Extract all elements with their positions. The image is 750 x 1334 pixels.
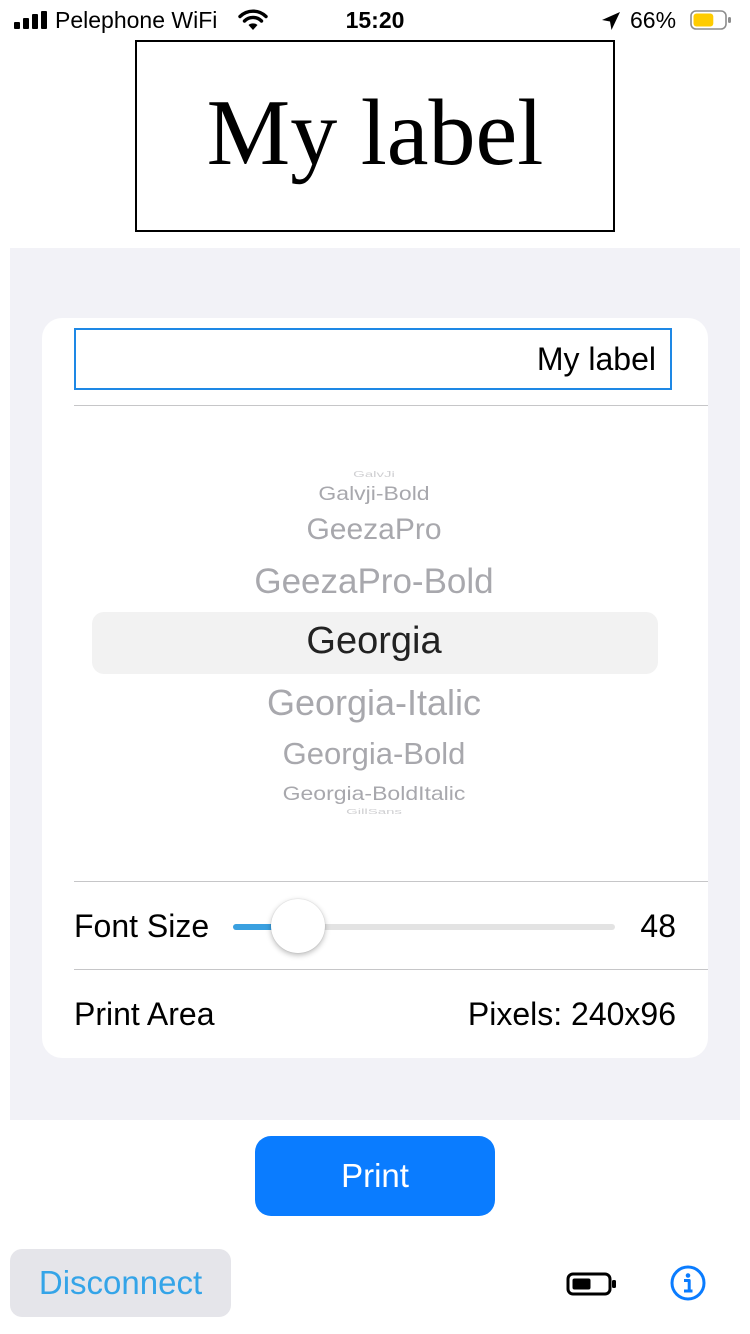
battery-icon <box>690 9 732 30</box>
label-text-input[interactable] <box>74 328 672 390</box>
divider <box>74 969 708 970</box>
font-picker-item[interactable]: Galvji-Bold <box>74 482 674 505</box>
font-picker-item[interactable]: Georgia-Bold <box>74 736 674 772</box>
font-picker-item-selected[interactable]: Georgia <box>74 620 674 663</box>
font-size-slider[interactable] <box>233 899 615 953</box>
print-area-label: Print Area <box>74 996 215 1032</box>
battery-percent: 66% <box>630 7 677 33</box>
font-picker-item[interactable]: GeezaPro <box>74 513 674 547</box>
font-size-value: 48 <box>640 908 676 944</box>
font-picker-item[interactable]: GalvJi <box>74 470 674 479</box>
divider <box>74 881 708 882</box>
print-area-value: Pixels: 240x96 <box>467 996 676 1032</box>
disconnect-button[interactable]: Disconnect <box>10 1249 231 1317</box>
font-picker-item[interactable]: Georgia-BoldItalic <box>74 782 674 805</box>
font-picker-item[interactable]: Georgia-Italic <box>74 682 674 724</box>
divider <box>74 405 708 406</box>
font-picker-item[interactable]: GeezaPro-Bold <box>74 562 674 602</box>
print-button[interactable]: Print <box>255 1136 495 1216</box>
device-battery-icon <box>566 1271 618 1302</box>
font-size-slider-thumb[interactable] <box>270 899 325 953</box>
location-arrow-icon <box>600 10 622 38</box>
status-bar: Pelephone WiFi 15:20 66% <box>0 0 750 40</box>
label-preview: My label <box>135 40 615 232</box>
label-preview-text: My label <box>206 81 544 185</box>
font-picker[interactable]: GalvJi Galvji-Bold GeezaPro GeezaPro-Bol… <box>74 458 708 828</box>
settings-card: GalvJi Galvji-Bold GeezaPro GeezaPro-Bol… <box>42 318 708 1058</box>
font-size-label: Font Size <box>74 908 210 944</box>
font-picker-item[interactable]: GillSans <box>74 807 674 816</box>
info-icon[interactable] <box>669 1264 707 1307</box>
